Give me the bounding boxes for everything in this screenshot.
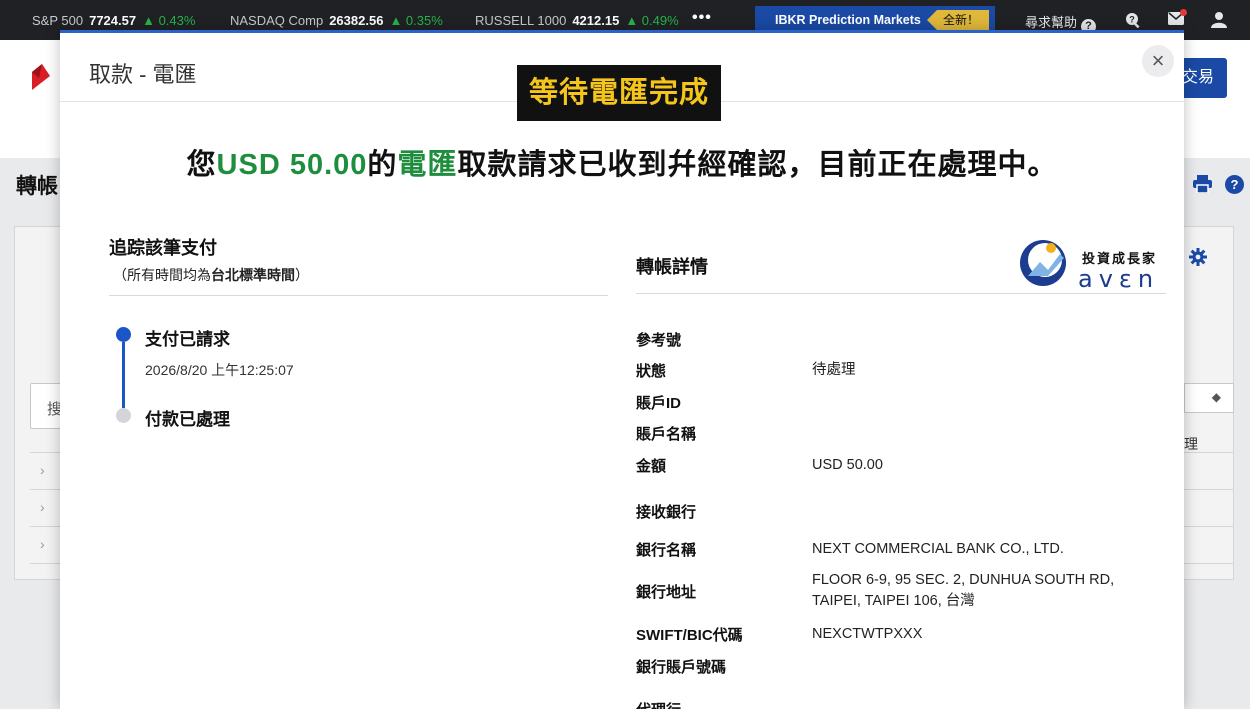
detail-value-swift: NEXCTWTPXXX — [812, 626, 923, 642]
bank-address-line-1: FLOOR 6-9, 95 SEC. 2, DUNHUA SOUTH RD, — [812, 572, 1115, 588]
prediction-markets-label: IBKR Prediction Markets — [775, 13, 921, 27]
confirmation-headline: 您USD 50.00的電匯取款請求已收到幷經確認，目前正在處理中。 — [60, 141, 1184, 183]
ticker-item[interactable]: RUSSELL 1000 4212.15 ▲ 0.49% — [475, 13, 679, 28]
chevron-right-icon[interactable]: › — [40, 462, 45, 478]
ibkr-logo-icon[interactable] — [30, 62, 52, 90]
headline-mid: 的 — [367, 149, 398, 181]
tracking-divider — [109, 295, 608, 296]
page-help-icon[interactable]: ? — [1225, 175, 1244, 194]
detail-label-reference: 參考號 — [636, 332, 682, 349]
detail-label-swift: SWIFT/BIC代碼 — [636, 627, 743, 644]
brand-english-name: avεn — [1078, 265, 1160, 293]
withdrawal-modal: 取款 - 電匯 × 您USD 50.00的電匯取款請求已收到幷經確認，目前正在處… — [60, 30, 1184, 709]
detail-label-account-name: 賬戶名稱 — [636, 426, 697, 443]
detail-label-account-id: 賬戶ID — [636, 395, 682, 412]
headline-method: 電匯 — [397, 149, 458, 181]
gear-icon[interactable] — [1189, 248, 1207, 271]
new-badge: 全新！ — [927, 10, 990, 30]
help-label: 尋求幫助 — [1025, 15, 1078, 30]
transfer-details-title: 轉帳詳情 — [636, 257, 708, 277]
timeline-dot-complete — [116, 327, 131, 342]
modal-title: 取款 - 電匯 — [89, 62, 197, 87]
timeline-dot-pending — [116, 408, 131, 423]
detail-value-bank-address: FLOOR 6-9, 95 SEC. 2, DUNHUA SOUTH RD, T… — [812, 570, 1114, 612]
detail-label-correspondent-bank: 代理行 — [636, 699, 681, 709]
brand-logo-icon — [1018, 238, 1068, 293]
ticker-change: ▲ 0.35% — [389, 13, 443, 28]
ticker-value: 4212.15 — [572, 13, 620, 28]
details-divider — [636, 293, 1166, 294]
ticker-item[interactable]: NASDAQ Comp 26382.56 ▲ 0.35% — [230, 13, 443, 28]
detail-label-bank-name: 銀行名稱 — [636, 542, 697, 559]
headline-amount: USD 50.00 — [216, 149, 368, 181]
timeline-step-processed: 付款已處理 — [145, 410, 230, 429]
list-item-text: 理 — [1184, 436, 1198, 452]
timeline-connector — [122, 342, 125, 408]
timezone-label: 台北標準時間 — [211, 267, 295, 283]
ticker-item[interactable]: S&P 500 7724.57 ▲ 0.43% — [32, 13, 195, 28]
ticker-change: ▲ 0.43% — [142, 13, 196, 28]
tracking-title: 追踪該筆支付 — [109, 238, 217, 258]
page-title: 轉帳 — [16, 175, 58, 198]
notification-dot — [1180, 9, 1187, 16]
tracking-subtitle-prefix: （所有時間均為 — [113, 267, 211, 283]
tracking-subtitle-suffix: ） — [295, 267, 309, 283]
headline-prefix: 您 — [186, 149, 217, 181]
ticker-name: NASDAQ Comp — [230, 13, 324, 28]
headline-suffix: 取款請求已收到幷經確認，目前正在處理中。 — [457, 149, 1058, 181]
question-search-icon[interactable]: ? — [1124, 11, 1142, 32]
detail-label-status: 狀態 — [636, 363, 667, 380]
svg-text:?: ? — [1129, 15, 1135, 25]
close-button[interactable]: × — [1142, 45, 1174, 77]
filter-select[interactable]: ◆ — [1184, 383, 1234, 413]
ticker-name: S&P 500 — [32, 13, 84, 28]
chevron-right-icon[interactable]: › — [40, 499, 45, 515]
timeline-step-requested: 支付已請求 — [145, 330, 230, 349]
detail-value-status: 待處理 — [812, 362, 856, 378]
mail-icon[interactable] — [1168, 9, 1187, 28]
tracking-subtitle: （所有時間均為台北標準時間） — [113, 265, 309, 285]
detail-label-receiving-bank: 接收銀行 — [636, 504, 697, 521]
detail-value-amount: USD 50.00 — [812, 457, 883, 473]
detail-label-bank-account-number: 銀行賬戶號碼 — [636, 659, 727, 676]
trade-button[interactable]: 交易 — [1180, 58, 1227, 98]
more-tickers-icon[interactable]: ••• — [692, 9, 712, 27]
ticker-value: 26382.56 — [329, 13, 384, 28]
detail-label-bank-address: 銀行地址 — [636, 584, 697, 601]
waiting-overlay-caption: 等待電匯完成 — [517, 65, 722, 121]
user-icon[interactable] — [1211, 11, 1227, 31]
ticker-value: 7724.57 — [89, 13, 137, 28]
ticker-change: ▲ 0.49% — [625, 13, 679, 28]
chevron-right-icon[interactable]: › — [40, 536, 45, 552]
bank-address-line-2: TAIPEI, TAIPEI 106, 台灣 — [812, 593, 975, 609]
print-icon[interactable] — [1193, 175, 1212, 198]
detail-value-bank-name: NEXT COMMERCIAL BANK CO., LTD. — [812, 541, 1064, 557]
ticker-name: RUSSELL 1000 — [475, 13, 567, 28]
timeline-step-date: 2026/8/20 上午12:25:07 — [145, 362, 294, 378]
detail-label-amount: 金額 — [636, 458, 667, 475]
